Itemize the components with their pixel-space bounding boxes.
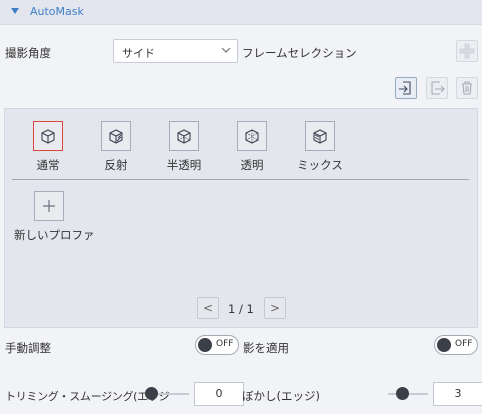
cube-transparent-icon bbox=[245, 129, 259, 144]
preset-transparent-label: 透明 bbox=[240, 158, 264, 172]
toggle-state: OFF bbox=[455, 339, 473, 349]
toggle-knob bbox=[198, 338, 212, 352]
new-profile-button[interactable] bbox=[34, 191, 64, 221]
trimming-value-input[interactable]: 0 bbox=[194, 382, 244, 406]
toggle-state: OFF bbox=[216, 339, 234, 349]
angle-dropdown[interactable]: サイド bbox=[113, 39, 238, 63]
chevron-down-icon bbox=[221, 47, 231, 53]
preset-mix-label: ミックス bbox=[297, 158, 343, 172]
preset-normal-label: 通常 bbox=[36, 158, 60, 172]
import-button[interactable] bbox=[395, 77, 417, 99]
manual-adjust-label: 手動調整 bbox=[5, 341, 51, 355]
trash-icon bbox=[462, 81, 472, 95]
delete-button[interactable] bbox=[456, 77, 478, 99]
plus-icon bbox=[43, 200, 55, 212]
next-page-button[interactable]: > bbox=[264, 297, 286, 319]
manual-adjust-toggle[interactable]: OFF bbox=[195, 335, 239, 355]
trimming-slider-thumb[interactable] bbox=[145, 387, 158, 400]
export-icon bbox=[431, 81, 445, 95]
library-divider bbox=[12, 179, 469, 180]
preset-translucent-label: 半透明 bbox=[166, 158, 202, 172]
blur-value-input[interactable]: 3 bbox=[433, 382, 482, 406]
blur-slider-thumb[interactable] bbox=[396, 387, 409, 400]
new-profile-label: 新しいプロファ bbox=[14, 228, 95, 242]
angle-label: 撮影角度 bbox=[5, 46, 51, 60]
preset-normal-tile[interactable] bbox=[33, 121, 63, 151]
shadow-toggle[interactable]: OFF bbox=[434, 335, 478, 355]
import-icon bbox=[399, 81, 411, 95]
page-indicator: 1 / 1 bbox=[228, 302, 254, 316]
preset-translucent-tile[interactable] bbox=[169, 121, 199, 151]
cube-translucent-icon bbox=[177, 129, 191, 144]
prev-page-button[interactable]: < bbox=[197, 297, 219, 319]
frame-selection-label: フレームセレクション bbox=[242, 46, 357, 60]
preset-mix-tile[interactable] bbox=[305, 121, 335, 151]
export-button[interactable] bbox=[426, 77, 448, 99]
panel-header[interactable]: AutoMask bbox=[0, 0, 482, 25]
cube-mix-icon bbox=[313, 129, 327, 144]
blur-label: ぼかし(エッジ) bbox=[242, 389, 320, 403]
preset-reflect-tile[interactable] bbox=[101, 121, 131, 151]
collapse-triangle-icon[interactable] bbox=[11, 8, 19, 14]
crosshair-plus-icon bbox=[459, 43, 475, 59]
add-frame-button[interactable] bbox=[456, 40, 478, 62]
angle-selected-value: サイド bbox=[122, 47, 155, 60]
toggle-knob bbox=[437, 338, 451, 352]
panel-title: AutoMask bbox=[30, 5, 84, 18]
cube-solid-icon bbox=[41, 129, 55, 144]
cube-reflect-icon bbox=[109, 129, 123, 144]
preset-transparent-tile[interactable] bbox=[237, 121, 267, 151]
shadow-label: 影を適用 bbox=[243, 341, 289, 355]
preset-reflect-label: 反射 bbox=[104, 158, 128, 172]
